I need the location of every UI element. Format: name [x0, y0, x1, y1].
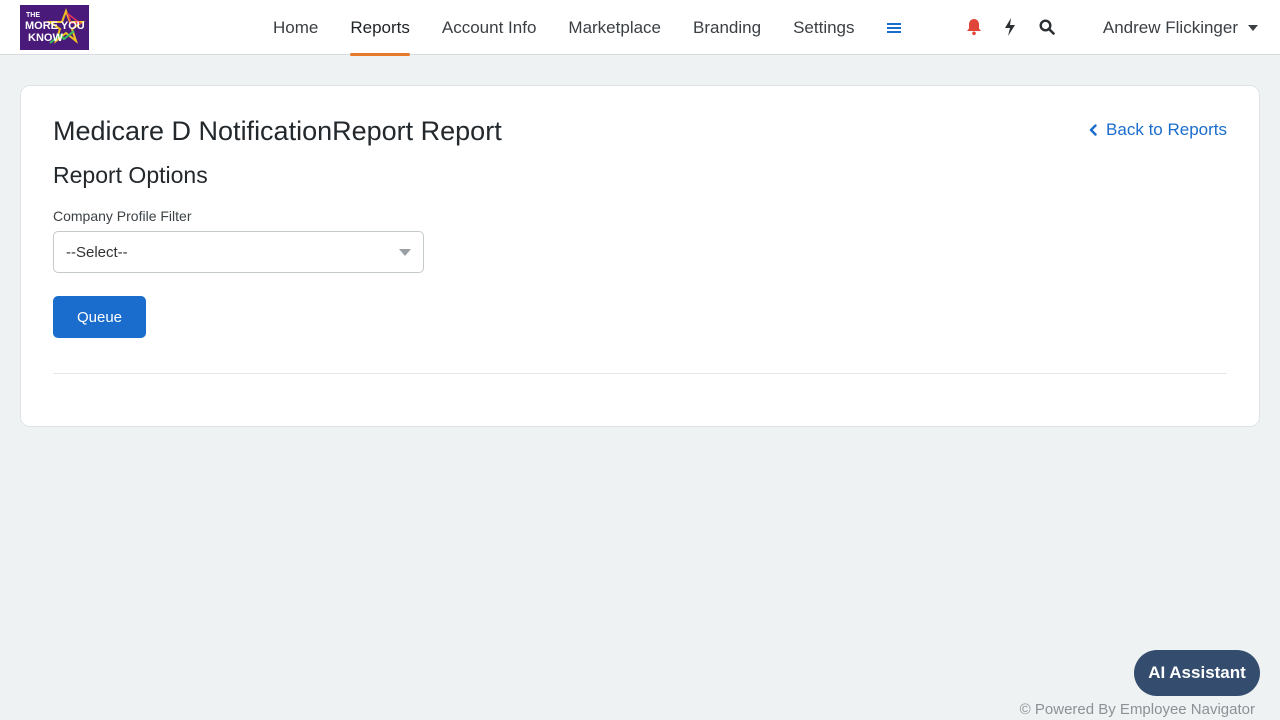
- select-value: --Select--: [66, 243, 128, 261]
- svg-text:KNOW: KNOW: [28, 32, 63, 44]
- section-title: Report Options: [53, 162, 208, 188]
- company-profile-filter-select[interactable]: --Select--: [53, 231, 424, 273]
- nav-item-label: Reports: [350, 17, 410, 37]
- back-to-reports-link[interactable]: Back to Reports: [1089, 120, 1227, 140]
- lightning-bolt-icon: [1005, 18, 1015, 36]
- nav-item-label: Account Info: [441, 17, 537, 37]
- user-name: Andrew Flickinger: [1102, 17, 1238, 37]
- report-options-card: Medicare D NotificationReport Report Bac…: [20, 85, 1260, 427]
- dropdown-arrow-icon: [399, 249, 411, 256]
- nav-item-settings[interactable]: Settings: [777, 0, 870, 55]
- search-icon: [1039, 19, 1055, 35]
- nav-item-label: Home: [273, 17, 319, 37]
- nav-item-home[interactable]: Home: [257, 0, 334, 55]
- company-profile-filter-label: Company Profile Filter: [53, 208, 192, 224]
- search-button[interactable]: [1034, 14, 1060, 40]
- nav-item-label: Branding: [693, 17, 762, 37]
- nav-item-account-info[interactable]: Account Info: [426, 0, 553, 55]
- bell-icon: [967, 19, 981, 36]
- divider: [53, 373, 1227, 374]
- top-navigation-bar: THE MORE YOU KNOW Home Reports Account I…: [0, 0, 1280, 56]
- logo-graphic: THE MORE YOU KNOW: [20, 5, 89, 50]
- caret-down-icon: [1248, 24, 1258, 31]
- svg-text:THE: THE: [26, 12, 40, 19]
- footer-text: © Powered By Employee Navigator: [1019, 701, 1255, 718]
- queue-button[interactable]: Queue: [53, 296, 146, 338]
- nav-item-branding[interactable]: Branding: [677, 0, 777, 55]
- company-logo[interactable]: THE MORE YOU KNOW: [20, 5, 89, 50]
- back-link-label: Back to Reports: [1106, 120, 1227, 139]
- nav-item-reports[interactable]: Reports: [334, 0, 426, 56]
- hamburger-menu-icon: [886, 22, 901, 33]
- main-nav: Home Reports Account Info Marketplace Br…: [257, 0, 917, 56]
- quick-actions-button[interactable]: [997, 14, 1023, 40]
- more-menu-button[interactable]: [871, 0, 917, 55]
- ai-assistant-button[interactable]: AI Assistant: [1134, 650, 1260, 696]
- page-title: Medicare D NotificationReport Report: [53, 116, 502, 146]
- nav-item-label: Settings: [793, 17, 855, 37]
- nav-item-label: Marketplace: [568, 17, 662, 37]
- chevron-left-icon: [1089, 124, 1097, 136]
- nav-item-marketplace[interactable]: Marketplace: [552, 0, 677, 55]
- user-menu[interactable]: Andrew Flickinger: [1103, 0, 1258, 55]
- svg-text:MORE YOU: MORE YOU: [25, 20, 85, 32]
- notifications-button[interactable]: [961, 14, 987, 40]
